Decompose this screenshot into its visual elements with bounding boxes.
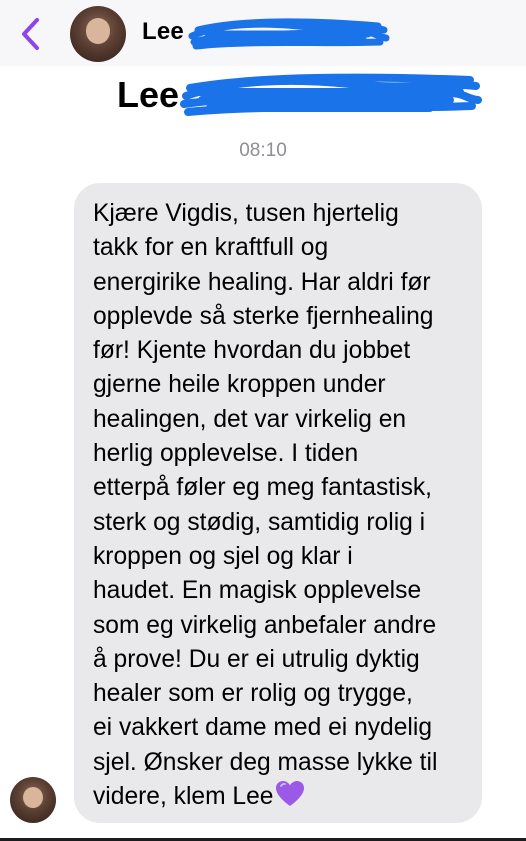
conversation-header: Lee — [0, 0, 526, 66]
contact-avatar[interactable] — [70, 6, 126, 62]
message-text: Kjære Vigdis, tusen hjertelig takk for e… — [93, 197, 470, 818]
redaction-scribble — [180, 73, 482, 116]
purple-heart-icon — [275, 780, 305, 818]
header-contact-name[interactable]: Lee — [142, 18, 184, 46]
sender-avatar[interactable] — [10, 777, 56, 823]
contact-card-name: Lee — [117, 74, 180, 115]
message-bubble[interactable]: Kjære Vigdis, tusen hjertelig takk for e… — [74, 183, 482, 823]
chevron-left-icon — [22, 18, 39, 50]
back-button[interactable] — [14, 14, 46, 54]
redaction-scribble — [188, 18, 390, 50]
message-timestamp: 08:10 — [239, 140, 287, 161]
